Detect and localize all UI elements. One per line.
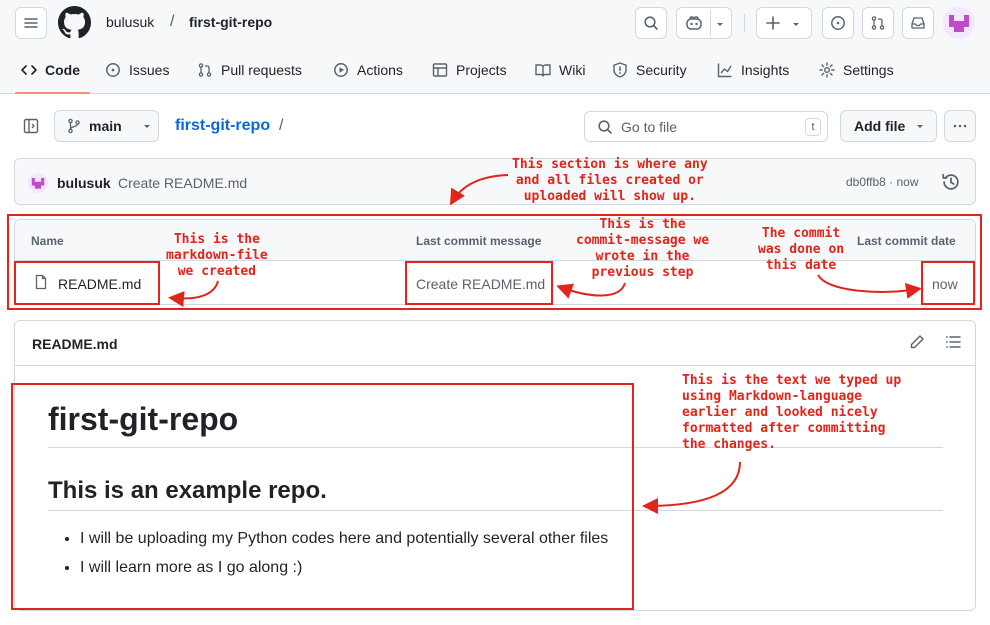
breadcrumb-owner[interactable]: bulusuk bbox=[106, 14, 154, 30]
issues-button[interactable] bbox=[822, 7, 854, 39]
path-separator: / bbox=[279, 117, 284, 134]
tab-code[interactable]: Code bbox=[21, 52, 80, 88]
plus-icon bbox=[766, 16, 780, 30]
github-logo-icon[interactable] bbox=[58, 6, 91, 39]
annotation-note-section: This section is where any and all files … bbox=[512, 157, 708, 204]
annotation-box-commit-date bbox=[921, 261, 975, 305]
readme-title[interactable]: README.md bbox=[32, 336, 118, 352]
list-outline-icon[interactable] bbox=[945, 334, 961, 350]
app-header: bulusuk / first-git-repo Code Issues Pul… bbox=[0, 0, 990, 94]
issue-icon bbox=[106, 63, 120, 77]
go-to-file-placeholder: Go to file bbox=[621, 118, 678, 135]
menu-button[interactable] bbox=[15, 7, 47, 39]
tab-label: Wiki bbox=[559, 62, 586, 78]
commit-message-link[interactable]: Create README.md bbox=[118, 175, 247, 191]
pull-request-icon bbox=[198, 63, 212, 77]
copilot-icon bbox=[686, 16, 702, 30]
tab-label: Code bbox=[45, 62, 80, 78]
copilot-button[interactable] bbox=[676, 7, 732, 39]
tab-label: Security bbox=[636, 62, 687, 78]
annotation-box-readme-content bbox=[11, 383, 634, 610]
file-tree-toggle[interactable] bbox=[15, 110, 47, 142]
annotation-box-file-name bbox=[14, 261, 160, 305]
tab-actions[interactable]: Actions bbox=[333, 52, 403, 88]
path-repo-link[interactable]: first-git-repo bbox=[175, 117, 270, 135]
identicon-icon bbox=[943, 7, 975, 39]
create-new-button[interactable] bbox=[756, 7, 812, 39]
pencil-icon[interactable] bbox=[909, 334, 925, 350]
play-icon bbox=[334, 63, 348, 77]
chevron-down-icon[interactable] bbox=[715, 19, 725, 29]
chevron-down-icon bbox=[793, 23, 799, 26]
search-button[interactable] bbox=[635, 7, 667, 39]
branch-name: main bbox=[89, 118, 122, 134]
tab-label: Pull requests bbox=[221, 62, 302, 78]
divider bbox=[744, 14, 745, 32]
tab-label: Actions bbox=[357, 62, 403, 78]
inbox-button[interactable] bbox=[902, 7, 934, 39]
chevron-down-icon bbox=[917, 125, 924, 128]
latest-commit-bar: bulusuk Create README.md db0ffb8 · now bbox=[14, 158, 976, 205]
more-options-button[interactable] bbox=[944, 110, 976, 142]
search-icon bbox=[598, 119, 612, 134]
tab-wiki[interactable]: Wiki bbox=[535, 52, 585, 88]
commit-sha-time[interactable]: db0ffb8 · now bbox=[846, 175, 919, 189]
graph-icon bbox=[717, 63, 732, 78]
branch-icon bbox=[68, 118, 80, 134]
branch-selector[interactable]: main bbox=[54, 110, 159, 142]
add-file-label: Add file bbox=[854, 118, 906, 134]
issue-icon bbox=[831, 16, 845, 30]
sidebar-expand-icon bbox=[23, 118, 39, 134]
annotation-note-commit-date: The commit was done on this date bbox=[758, 226, 845, 273]
code-icon bbox=[21, 65, 37, 75]
kebab-horizontal-icon bbox=[953, 124, 967, 128]
tab-label: Settings bbox=[843, 62, 894, 78]
tab-label: Insights bbox=[741, 62, 790, 78]
tab-insights[interactable]: Insights bbox=[717, 52, 789, 88]
keyboard-shortcut: t bbox=[805, 118, 821, 136]
gear-icon bbox=[819, 62, 835, 78]
author-avatar[interactable] bbox=[28, 173, 48, 193]
annotation-box-commit-message bbox=[405, 261, 553, 305]
pull-requests-button[interactable] bbox=[862, 7, 894, 39]
identicon-icon bbox=[28, 173, 48, 193]
tab-settings[interactable]: Settings bbox=[819, 52, 894, 88]
breadcrumb-repo[interactable]: first-git-repo bbox=[189, 14, 272, 30]
tab-security[interactable]: Security bbox=[612, 52, 687, 88]
hamburger-icon bbox=[24, 18, 38, 28]
tab-projects[interactable]: Projects bbox=[432, 52, 507, 88]
annotation-note-commit-message: This is the commit-message we wrote in t… bbox=[576, 217, 710, 280]
breadcrumb-separator: / bbox=[170, 13, 175, 30]
go-to-file-input[interactable]: Go to file t bbox=[584, 111, 828, 142]
repo-tabs: Code Issues Pull requests Actions Projec… bbox=[0, 52, 990, 94]
tab-pull-requests[interactable]: Pull requests bbox=[197, 52, 302, 88]
commit-author[interactable]: bulusuk bbox=[57, 175, 111, 191]
active-tab-indicator bbox=[15, 92, 90, 94]
tab-issues[interactable]: Issues bbox=[105, 52, 169, 88]
annotation-note-text: This is the text we typed up using Markd… bbox=[682, 373, 902, 452]
inbox-icon bbox=[911, 17, 925, 29]
tab-label: Issues bbox=[129, 62, 170, 78]
chevron-down-icon bbox=[143, 125, 150, 128]
annotation-note-markdown-file: This is the markdown-file we created bbox=[166, 232, 268, 279]
book-icon bbox=[535, 64, 551, 77]
readme-header: README.md bbox=[15, 321, 975, 366]
divider bbox=[710, 10, 711, 36]
add-file-button[interactable]: Add file bbox=[840, 110, 937, 142]
search-icon bbox=[644, 16, 658, 30]
pull-request-icon bbox=[871, 16, 885, 30]
tab-label: Projects bbox=[456, 62, 507, 78]
shield-icon bbox=[613, 62, 627, 78]
table-icon bbox=[432, 63, 448, 77]
user-avatar[interactable] bbox=[943, 7, 975, 39]
history-icon[interactable] bbox=[941, 172, 961, 192]
